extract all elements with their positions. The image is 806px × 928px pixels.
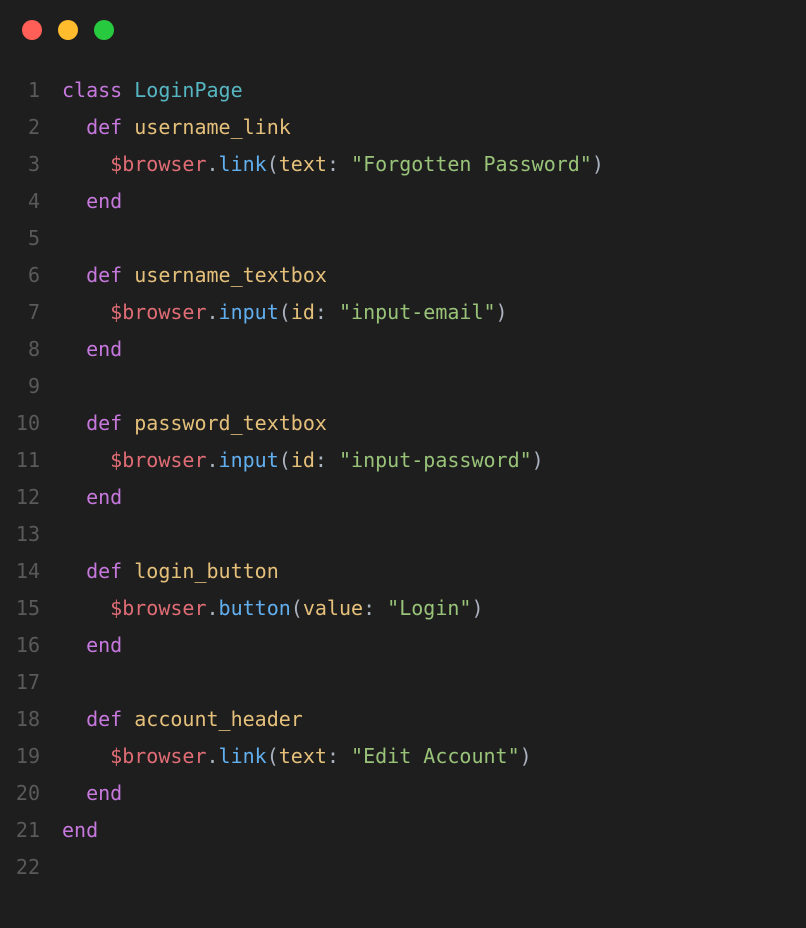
code-line: 10 def password_textbox bbox=[0, 405, 806, 442]
keyword-class: class bbox=[62, 78, 122, 102]
code-line: 7 $browser.input(id: "input-email") bbox=[0, 294, 806, 331]
keyword-end: end bbox=[86, 485, 122, 509]
keyword-def: def bbox=[86, 411, 122, 435]
class-name: LoginPage bbox=[134, 78, 242, 102]
global-var: $browser bbox=[110, 152, 206, 176]
string-literal: "Edit Account" bbox=[351, 744, 520, 768]
window-titlebar bbox=[0, 0, 806, 48]
global-var: $browser bbox=[110, 596, 206, 620]
string-literal: "Login" bbox=[387, 596, 471, 620]
string-literal: "input-password" bbox=[339, 448, 532, 472]
keyword-end: end bbox=[86, 633, 122, 657]
keyword-end: end bbox=[62, 818, 98, 842]
keyword-end: end bbox=[86, 189, 122, 213]
method-call: input bbox=[219, 448, 279, 472]
code-line: 22 bbox=[0, 849, 806, 886]
keyword-def: def bbox=[86, 263, 122, 287]
keyword-end: end bbox=[86, 781, 122, 805]
code-line: 19 $browser.link(text: "Edit Account") bbox=[0, 738, 806, 775]
line-number: 3 bbox=[0, 146, 62, 183]
code-line: 8 end bbox=[0, 331, 806, 368]
code-editor[interactable]: 1 class LoginPage 2 def username_link 3 … bbox=[0, 48, 806, 886]
symbol-key: text bbox=[279, 152, 327, 176]
keyword-def: def bbox=[86, 559, 122, 583]
code-line: 9 bbox=[0, 368, 806, 405]
line-number: 17 bbox=[0, 664, 62, 701]
line-number: 7 bbox=[0, 294, 62, 331]
line-number: 10 bbox=[0, 405, 62, 442]
method-call: input bbox=[219, 300, 279, 324]
line-number: 15 bbox=[0, 590, 62, 627]
line-number: 12 bbox=[0, 479, 62, 516]
method-name: username_textbox bbox=[134, 263, 327, 287]
line-number: 22 bbox=[0, 849, 62, 886]
symbol-key: id bbox=[291, 448, 315, 472]
code-line: 21 end bbox=[0, 812, 806, 849]
symbol-key: value bbox=[303, 596, 363, 620]
global-var: $browser bbox=[110, 448, 206, 472]
keyword-def: def bbox=[86, 707, 122, 731]
code-line: 11 $browser.input(id: "input-password") bbox=[0, 442, 806, 479]
line-number: 6 bbox=[0, 257, 62, 294]
close-icon[interactable] bbox=[22, 20, 42, 40]
code-line: 14 def login_button bbox=[0, 553, 806, 590]
code-line: 12 end bbox=[0, 479, 806, 516]
line-number: 16 bbox=[0, 627, 62, 664]
code-line: 4 end bbox=[0, 183, 806, 220]
line-number: 8 bbox=[0, 331, 62, 368]
method-name: account_header bbox=[134, 707, 303, 731]
global-var: $browser bbox=[110, 744, 206, 768]
symbol-key: text bbox=[279, 744, 327, 768]
code-line: 18 def account_header bbox=[0, 701, 806, 738]
symbol-key: id bbox=[291, 300, 315, 324]
line-number: 2 bbox=[0, 109, 62, 146]
code-line: 5 bbox=[0, 220, 806, 257]
minimize-icon[interactable] bbox=[58, 20, 78, 40]
line-number: 11 bbox=[0, 442, 62, 479]
code-line: 20 end bbox=[0, 775, 806, 812]
method-call: link bbox=[219, 152, 267, 176]
editor-window: 1 class LoginPage 2 def username_link 3 … bbox=[0, 0, 806, 928]
line-number: 21 bbox=[0, 812, 62, 849]
line-number: 20 bbox=[0, 775, 62, 812]
code-line: 1 class LoginPage bbox=[0, 72, 806, 109]
string-literal: "Forgotten Password" bbox=[351, 152, 592, 176]
method-call: button bbox=[219, 596, 291, 620]
line-number: 5 bbox=[0, 220, 62, 257]
method-name: password_textbox bbox=[134, 411, 327, 435]
code-line: 3 $browser.link(text: "Forgotten Passwor… bbox=[0, 146, 806, 183]
keyword-end: end bbox=[86, 337, 122, 361]
line-number: 18 bbox=[0, 701, 62, 738]
method-call: link bbox=[219, 744, 267, 768]
code-line: 6 def username_textbox bbox=[0, 257, 806, 294]
method-name: login_button bbox=[134, 559, 279, 583]
code-line: 17 bbox=[0, 664, 806, 701]
code-line: 2 def username_link bbox=[0, 109, 806, 146]
global-var: $browser bbox=[110, 300, 206, 324]
zoom-icon[interactable] bbox=[94, 20, 114, 40]
code-line: 16 end bbox=[0, 627, 806, 664]
code-line: 13 bbox=[0, 516, 806, 553]
line-number: 19 bbox=[0, 738, 62, 775]
line-number: 14 bbox=[0, 553, 62, 590]
line-number: 13 bbox=[0, 516, 62, 553]
string-literal: "input-email" bbox=[339, 300, 496, 324]
line-number: 9 bbox=[0, 368, 62, 405]
method-name: username_link bbox=[134, 115, 291, 139]
keyword-def: def bbox=[86, 115, 122, 139]
line-number: 4 bbox=[0, 183, 62, 220]
code-line: 15 $browser.button(value: "Login") bbox=[0, 590, 806, 627]
line-number: 1 bbox=[0, 72, 62, 109]
